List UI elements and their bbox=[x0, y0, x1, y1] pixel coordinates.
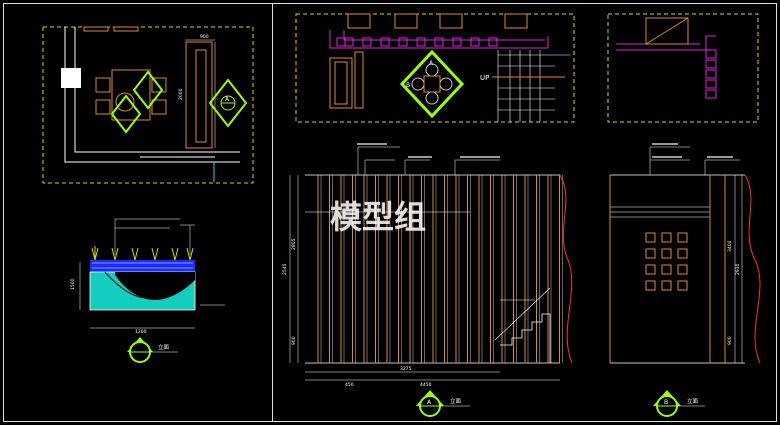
plan-dim-top: 900 bbox=[200, 34, 209, 40]
window-block bbox=[645, 248, 656, 259]
elevB-marker-letter: B bbox=[664, 399, 668, 406]
stair-marker-letter-a: A bbox=[429, 60, 434, 67]
elevation-a: 2545 2805 900 3275 4450 450 模型组 A 立面 bbox=[282, 143, 573, 417]
window-block bbox=[645, 232, 656, 243]
window-block bbox=[645, 264, 656, 275]
elevation-b: 3400 2930 900 B 立面 bbox=[609, 143, 761, 417]
plan-view: A 900 2000 bbox=[42, 26, 254, 184]
stair-marker-letter-b: B bbox=[406, 82, 410, 89]
window-block bbox=[677, 248, 688, 259]
plan-dim-side: 2000 bbox=[178, 88, 184, 100]
elevA-dim-left-total: 2545 bbox=[282, 263, 288, 275]
plan-marker-letter: A bbox=[225, 96, 230, 103]
elevA-dim-total: 4450 bbox=[420, 382, 432, 388]
elevB-dim-h: 3400 bbox=[727, 240, 733, 252]
drawing-svg: A 900 2000 1500 1200 立面 UP A B 2545 2805… bbox=[3, 3, 777, 422]
detail-plan bbox=[607, 13, 759, 123]
stair-up-label: UP bbox=[480, 74, 489, 82]
window-block bbox=[661, 280, 672, 291]
elevB-title: 立面 bbox=[687, 397, 699, 405]
section-dim-width: 1200 bbox=[135, 329, 147, 335]
window-block bbox=[661, 264, 672, 275]
section-title: 立面 bbox=[158, 343, 170, 351]
watermark: 模型组 bbox=[330, 198, 426, 236]
elevA-title: 立面 bbox=[450, 397, 462, 405]
elevA-dim-base: 900 bbox=[291, 336, 297, 345]
window-block bbox=[661, 232, 672, 243]
window-block bbox=[677, 232, 688, 243]
elevB-dim-total: 2930 bbox=[735, 263, 741, 275]
elevB-dim-base: 900 bbox=[727, 336, 733, 345]
stair-plan: UP A B bbox=[295, 13, 575, 123]
elevA-dim-left-h: 2805 bbox=[291, 238, 297, 250]
window-block bbox=[645, 280, 656, 291]
elevA-dim-small: 450 bbox=[345, 382, 354, 388]
window-block bbox=[677, 264, 688, 275]
window-block bbox=[661, 248, 672, 259]
cad-drawing-canvas: A 900 2000 1500 1200 立面 UP A B 2545 2805… bbox=[0, 0, 780, 425]
section-dim-height: 1500 bbox=[70, 278, 76, 290]
elevA-dim-part: 3275 bbox=[400, 366, 412, 372]
section-view: 1500 1200 立面 bbox=[70, 218, 225, 363]
window-block bbox=[677, 280, 688, 291]
